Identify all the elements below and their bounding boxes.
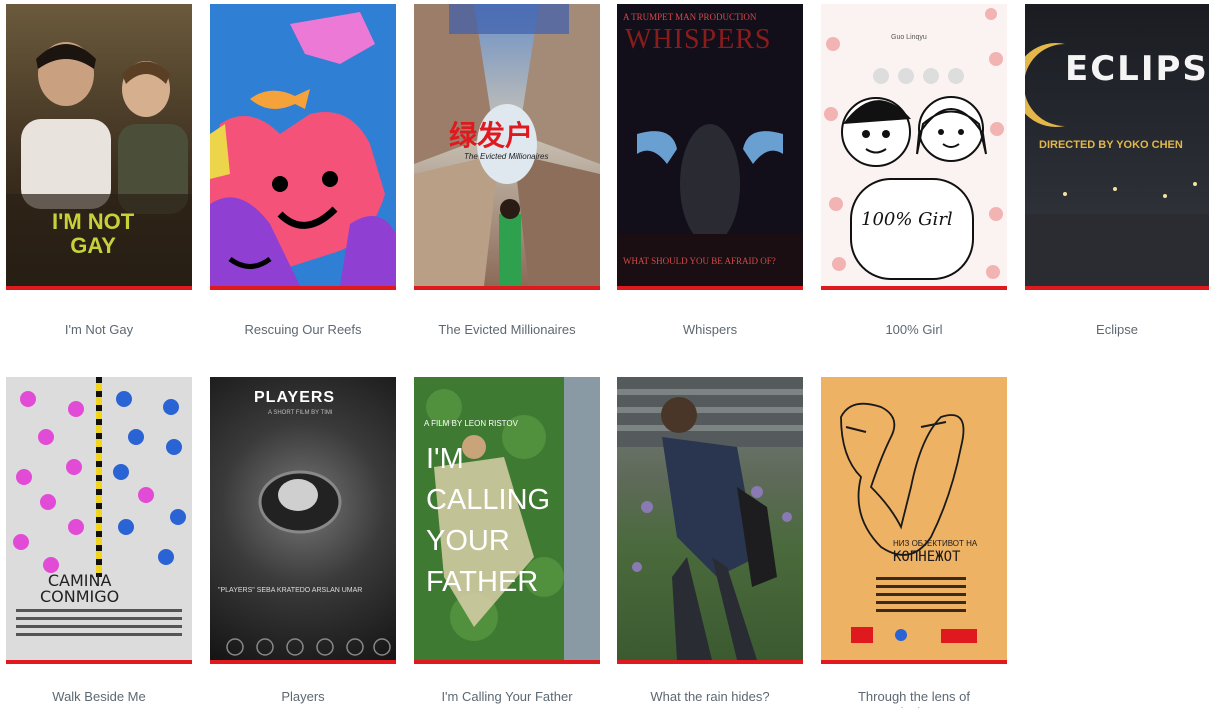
accent-bar xyxy=(6,286,192,290)
accent-bar xyxy=(821,286,1007,290)
poster-subtitle-text: DIRECTED BY YOKO CHEN xyxy=(1039,139,1183,151)
film-title[interactable]: Whispers xyxy=(617,322,803,338)
poster-title-text: WHISPERS xyxy=(625,24,772,55)
film-title[interactable]: I'm Calling Your Father xyxy=(414,689,600,705)
film-title[interactable]: Rescuing Our Reefs xyxy=(210,322,396,338)
film-title[interactable]: Eclipse xyxy=(1025,322,1209,338)
poster-top-text: A FILM BY LEON RISTOV xyxy=(424,419,518,428)
accent-bar xyxy=(414,286,600,290)
poster-illustration xyxy=(824,8,1004,280)
poster-illustration xyxy=(13,377,186,636)
accent-bar xyxy=(210,286,396,290)
poster-top-text: A TRUMPET MAN PRODUCTION xyxy=(623,12,757,22)
film-title[interactable]: Walk Beside Me xyxy=(6,689,192,705)
accent-bar xyxy=(617,286,803,290)
film-card-calling-your-father[interactable]: A FILM BY LEON RISTOV I'M CALLING YOUR F… xyxy=(414,377,600,704)
film-title[interactable]: Players xyxy=(210,689,396,705)
poster-title-text: I'M CALLING YOUR FATHER xyxy=(426,443,551,598)
poster-image[interactable]: НИЗ ОБЈЕКТИВОТ НА КОПНЕЖОТ xyxy=(821,377,1007,660)
film-card-rescuing-our-reefs[interactable]: Rescuing Our Reefs xyxy=(210,4,396,337)
poster-image[interactable] xyxy=(210,4,396,286)
poster-title-text: 100% Girl xyxy=(861,209,953,230)
poster-title-text: КОПНЕЖОТ xyxy=(893,549,961,565)
film-title[interactable]: Through the lens of desire xyxy=(839,689,989,708)
film-title[interactable]: I'm Not Gay xyxy=(6,322,192,338)
poster-title-text: I'M NOT GAY xyxy=(52,209,135,258)
film-title[interactable]: What the rain hides? xyxy=(617,689,803,705)
poster-tagline-text: WHAT SHOULD YOU BE AFRAID OF? xyxy=(623,256,776,266)
poster-top-text: Guo Linqyu xyxy=(891,34,927,41)
film-title[interactable]: 100% Girl xyxy=(821,322,1007,338)
film-card-whispers[interactable]: A TRUMPET MAN PRODUCTION WHISPERS WHAT S… xyxy=(617,4,803,337)
poster-image[interactable]: Guo Linqyu 100% Girl xyxy=(821,4,1007,286)
accent-bar xyxy=(6,660,192,664)
poster-image[interactable] xyxy=(617,377,803,660)
film-card-eclipse[interactable]: ECLIPSE DIRECTED BY YOKO CHEN Eclipse xyxy=(1025,4,1209,337)
poster-illustration xyxy=(840,402,977,643)
film-card-im-not-gay[interactable]: I'M NOT GAY I'm Not Gay xyxy=(6,4,192,337)
poster-image[interactable]: PLAYERS A SHORT FILM BY TIMI "PLAYERS" S… xyxy=(210,377,396,660)
poster-subtitle-text: НИЗ ОБЈЕКТИВОТ НА xyxy=(893,539,978,548)
poster-tagline-text: "PLAYERS" SEBA KRATEDO ARSLAN UMAR xyxy=(218,587,363,594)
poster-image[interactable]: 绿发户 The Evicted Millionaires xyxy=(414,4,600,286)
poster-image[interactable]: ECLIPSE DIRECTED BY YOKO CHEN xyxy=(1025,4,1209,286)
poster-image[interactable]: CAMINA CONMIGO xyxy=(6,377,192,660)
poster-illustration xyxy=(617,377,803,660)
poster-title-text: ECLIPSE xyxy=(1065,49,1209,89)
poster-illustration xyxy=(210,12,396,286)
poster-image[interactable]: I'M NOT GAY xyxy=(6,4,192,286)
poster-illustration xyxy=(226,470,391,656)
accent-bar xyxy=(210,660,396,664)
poster-image[interactable]: A TRUMPET MAN PRODUCTION WHISPERS WHAT S… xyxy=(617,4,803,286)
accent-bar xyxy=(414,660,600,664)
poster-subtitle-text: A SHORT FILM BY TIMI xyxy=(268,410,333,416)
poster-image[interactable]: A FILM BY LEON RISTOV I'M CALLING YOUR F… xyxy=(414,377,600,660)
film-card-evicted-millionaires[interactable]: 绿发户 The Evicted Millionaires The Evicted… xyxy=(414,4,600,337)
poster-title-text: CAMINA CONMIGO xyxy=(40,571,120,606)
film-card-what-the-rain-hides[interactable]: What the rain hides? xyxy=(617,377,803,704)
accent-bar xyxy=(1025,286,1209,290)
film-card-100-girl[interactable]: Guo Linqyu 100% Girl 100% Girl xyxy=(821,4,1007,337)
film-card-players[interactable]: PLAYERS A SHORT FILM BY TIMI "PLAYERS" S… xyxy=(210,377,396,704)
accent-bar xyxy=(821,660,1007,664)
poster-subtitle-text: The Evicted Millionaires xyxy=(464,152,549,161)
accent-bar xyxy=(617,660,803,664)
film-card-walk-beside-me[interactable]: CAMINA CONMIGO Walk Beside Me xyxy=(6,377,192,704)
film-title[interactable]: The Evicted Millionaires xyxy=(414,322,600,338)
poster-title-text: PLAYERS xyxy=(254,389,336,406)
poster-title-text: 绿发户 xyxy=(449,120,534,151)
film-card-through-the-lens[interactable]: НИЗ ОБЈЕКТИВОТ НА КОПНЕЖОТ Through the l… xyxy=(821,377,1007,708)
